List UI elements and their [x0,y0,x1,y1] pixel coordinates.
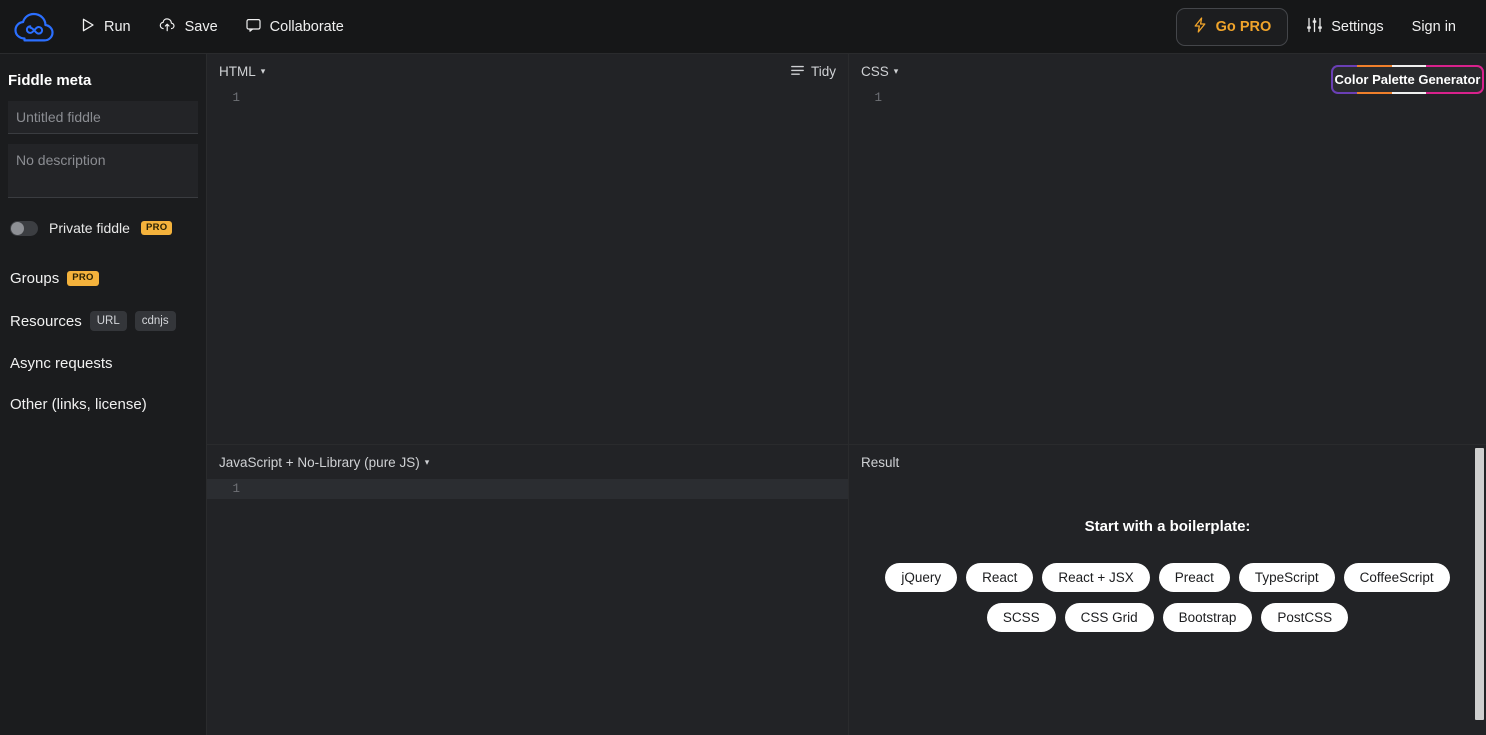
chevron-down-icon: ▾ [893,65,899,76]
run-button[interactable]: Run [70,12,143,42]
html-panel-title[interactable]: HTML ▾ [219,64,265,79]
javascript-panel: JavaScript + No-Library (pure JS) ▾ 1 [207,445,849,735]
result-panel: Result Start with a boilerplate: jQuery … [849,445,1486,735]
chevron-down-icon: ▾ [260,65,266,76]
jsfiddle-app: Run Save Collaborate Go PRO Settings Sig… [0,0,1486,735]
boilerplate-preact-button[interactable]: Preact [1158,562,1230,592]
top-header: Run Save Collaborate Go PRO Settings Sig… [0,0,1486,54]
chevron-down-icon: ▾ [424,456,430,467]
javascript-code-editor[interactable]: 1 [207,479,848,735]
fiddle-description-input[interactable] [8,144,198,198]
resources-cdnjs-badge[interactable]: cdnjs [134,311,176,332]
html-panel: HTML ▾ Tidy 1 [207,54,849,444]
boilerplate-title: Start with a boilerplate: [1084,517,1251,535]
html-tidy-button[interactable]: Tidy [791,64,836,79]
sidebar-links: Groups PRO Resources URL cdnjs Async req… [8,262,198,421]
lightning-bolt-icon [1193,16,1207,37]
javascript-panel-title[interactable]: JavaScript + No-Library (pure JS) ▾ [219,455,429,470]
sidebar-item-groups[interactable]: Groups PRO [8,262,198,295]
boilerplate-chooser: Start with a boilerplate: jQuery React R… [849,445,1486,735]
css-panel: CSS ▾ 1 [849,54,1486,444]
boilerplate-react-button[interactable]: React [966,562,1034,592]
collaborate-button[interactable]: Collaborate [234,12,356,42]
bottom-editor-row: JavaScript + No-Library (pure JS) ▾ 1 Re… [207,444,1486,735]
boilerplate-react-jsx-button[interactable]: React + JSX [1042,562,1150,592]
cloud-upload-icon [159,17,176,36]
sidebar: Fiddle meta Private fiddle PRO Groups PR… [0,54,207,735]
settings-button[interactable]: Settings [1294,11,1395,43]
code-line[interactable]: 1 [207,88,848,108]
result-scrollbar[interactable] [1473,445,1486,735]
sidebar-item-other[interactable]: Other (links, license) [8,388,198,421]
groups-pro-badge: PRO [67,271,99,286]
color-palette-generator-label: Color Palette Generator [1333,67,1482,92]
css-panel-title-label: CSS [861,63,889,79]
sidebar-item-async-label: Async requests [10,355,113,373]
boilerplate-jquery-button[interactable]: jQuery [885,562,958,592]
fiddle-meta-title: Fiddle meta [8,72,92,89]
boilerplate-coffeescript-button[interactable]: CoffeeScript [1343,562,1450,592]
boilerplate-scss-button[interactable]: SCSS [986,602,1056,632]
resources-url-badge[interactable]: URL [89,311,127,332]
settings-label: Settings [1331,18,1384,35]
fiddle-title-input[interactable] [8,101,198,134]
boilerplate-row-2: SCSS CSS Grid Bootstrap PostCSS [986,602,1349,632]
save-button[interactable]: Save [147,11,230,42]
code-line[interactable]: 1 [207,479,848,499]
line-number: 1 [232,482,240,496]
sidebar-item-resources[interactable]: Resources URL cdnjs [8,303,198,339]
color-palette-generator-badge[interactable]: Color Palette Generator [1331,65,1484,94]
line-number: 1 [874,91,882,105]
boilerplate-row-1: jQuery React React + JSX Preact TypeScri… [885,562,1450,592]
html-panel-title-label: HTML [219,63,256,79]
go-pro-label: Go PRO [1215,18,1272,35]
boilerplate-typescript-button[interactable]: TypeScript [1238,562,1335,592]
sign-in-label: Sign in [1411,18,1456,35]
run-label: Run [104,18,131,35]
speech-bubble-icon [246,18,261,36]
css-panel-title[interactable]: CSS ▾ [861,64,898,79]
sidebar-item-async-requests[interactable]: Async requests [8,347,198,380]
html-panel-header: HTML ▾ Tidy [207,54,848,88]
save-label: Save [184,18,218,35]
line-number: 1 [232,91,240,105]
boilerplate-postcss-button[interactable]: PostCSS [1261,602,1349,632]
private-fiddle-label: Private fiddle [49,220,130,236]
header-actions: Run Save Collaborate [70,11,356,42]
sidebar-item-groups-label: Groups [10,270,60,287]
cloud-infinity-logo[interactable] [12,10,56,44]
sidebar-item-other-label: Other (links, license) [10,396,147,414]
go-pro-button[interactable]: Go PRO [1175,7,1289,46]
css-code-editor[interactable]: 1 [849,88,1486,444]
boilerplate-bootstrap-button[interactable]: Bootstrap [1162,602,1253,632]
editor-workspace: HTML ▾ Tidy 1 CSS ▾ 1 JavaScript + No-Li… [207,54,1486,735]
header-right-group: Go PRO Settings Sign in [1175,7,1466,46]
collaborate-label: Collaborate [269,18,344,35]
private-pro-badge: PRO [140,220,173,236]
sliders-icon [1306,17,1323,37]
tidy-lines-icon [791,64,804,79]
play-icon [82,18,95,36]
sidebar-item-resources-label: Resources [10,312,82,330]
private-fiddle-row: Private fiddle PRO [8,220,198,236]
top-editor-row: HTML ▾ Tidy 1 CSS ▾ 1 [207,54,1486,444]
html-code-editor[interactable]: 1 [207,88,848,444]
html-tidy-label: Tidy [810,63,836,79]
private-fiddle-toggle[interactable] [10,220,38,236]
app-body: Fiddle meta Private fiddle PRO Groups PR… [0,54,1486,735]
sign-in-button[interactable]: Sign in [1402,13,1466,41]
javascript-panel-title-label: JavaScript + No-Library (pure JS) [219,454,420,470]
boilerplate-css-grid-button[interactable]: CSS Grid [1064,602,1154,632]
javascript-panel-header: JavaScript + No-Library (pure JS) ▾ [207,445,848,479]
